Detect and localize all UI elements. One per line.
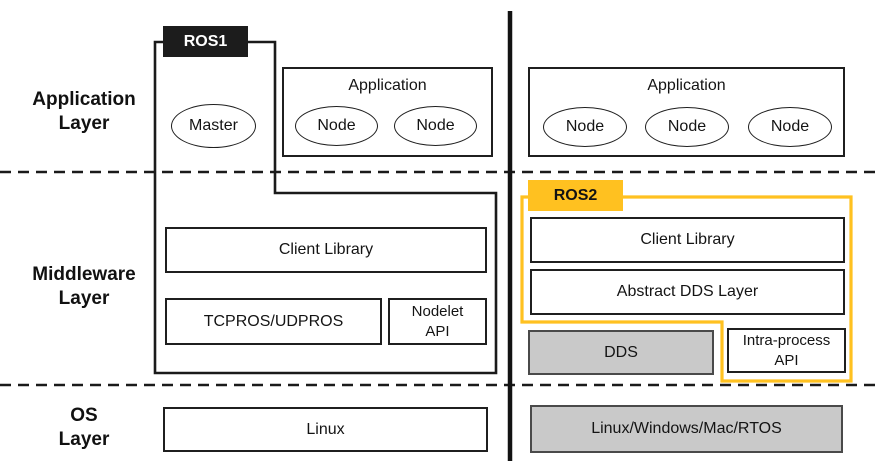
ros2-os-box: Linux/Windows/Mac/RTOS (530, 405, 843, 453)
ros-architecture-diagram: Application Layer Middleware Layer OS La… (0, 0, 875, 466)
ros1-master-ellipse: Master (171, 104, 256, 148)
ros2-client-library-box: Client Library (530, 217, 845, 263)
ros2-dds-box: DDS (528, 330, 714, 375)
ros1-tcpros-udpros-box: TCPROS/UDPROS (165, 298, 382, 345)
ros1-tag: ROS1 (163, 26, 248, 57)
ros2-tag: ROS2 (528, 180, 623, 211)
ros2-node-ellipse: Node (645, 107, 729, 147)
middleware-layer-label: Middleware Layer (4, 263, 164, 311)
ros2-node-ellipse: Node (748, 107, 832, 147)
ros2-application-title: Application (530, 69, 843, 96)
ros1-os-linux-box: Linux (163, 407, 488, 452)
ros1-client-library-box: Client Library (165, 227, 487, 273)
ros1-node-ellipse: Node (394, 106, 477, 146)
ros1-application-title: Application (284, 69, 491, 96)
ros2-abstract-dds-layer-box: Abstract DDS Layer (530, 269, 845, 315)
os-layer-label: OS Layer (4, 404, 164, 452)
ros1-node-ellipse: Node (295, 106, 378, 146)
ros2-node-ellipse: Node (543, 107, 627, 147)
application-layer-label: Application Layer (4, 88, 164, 136)
ros2-intra-process-api-box: Intra-process API (727, 328, 846, 373)
ros1-nodelet-api-box: Nodelet API (388, 298, 487, 345)
